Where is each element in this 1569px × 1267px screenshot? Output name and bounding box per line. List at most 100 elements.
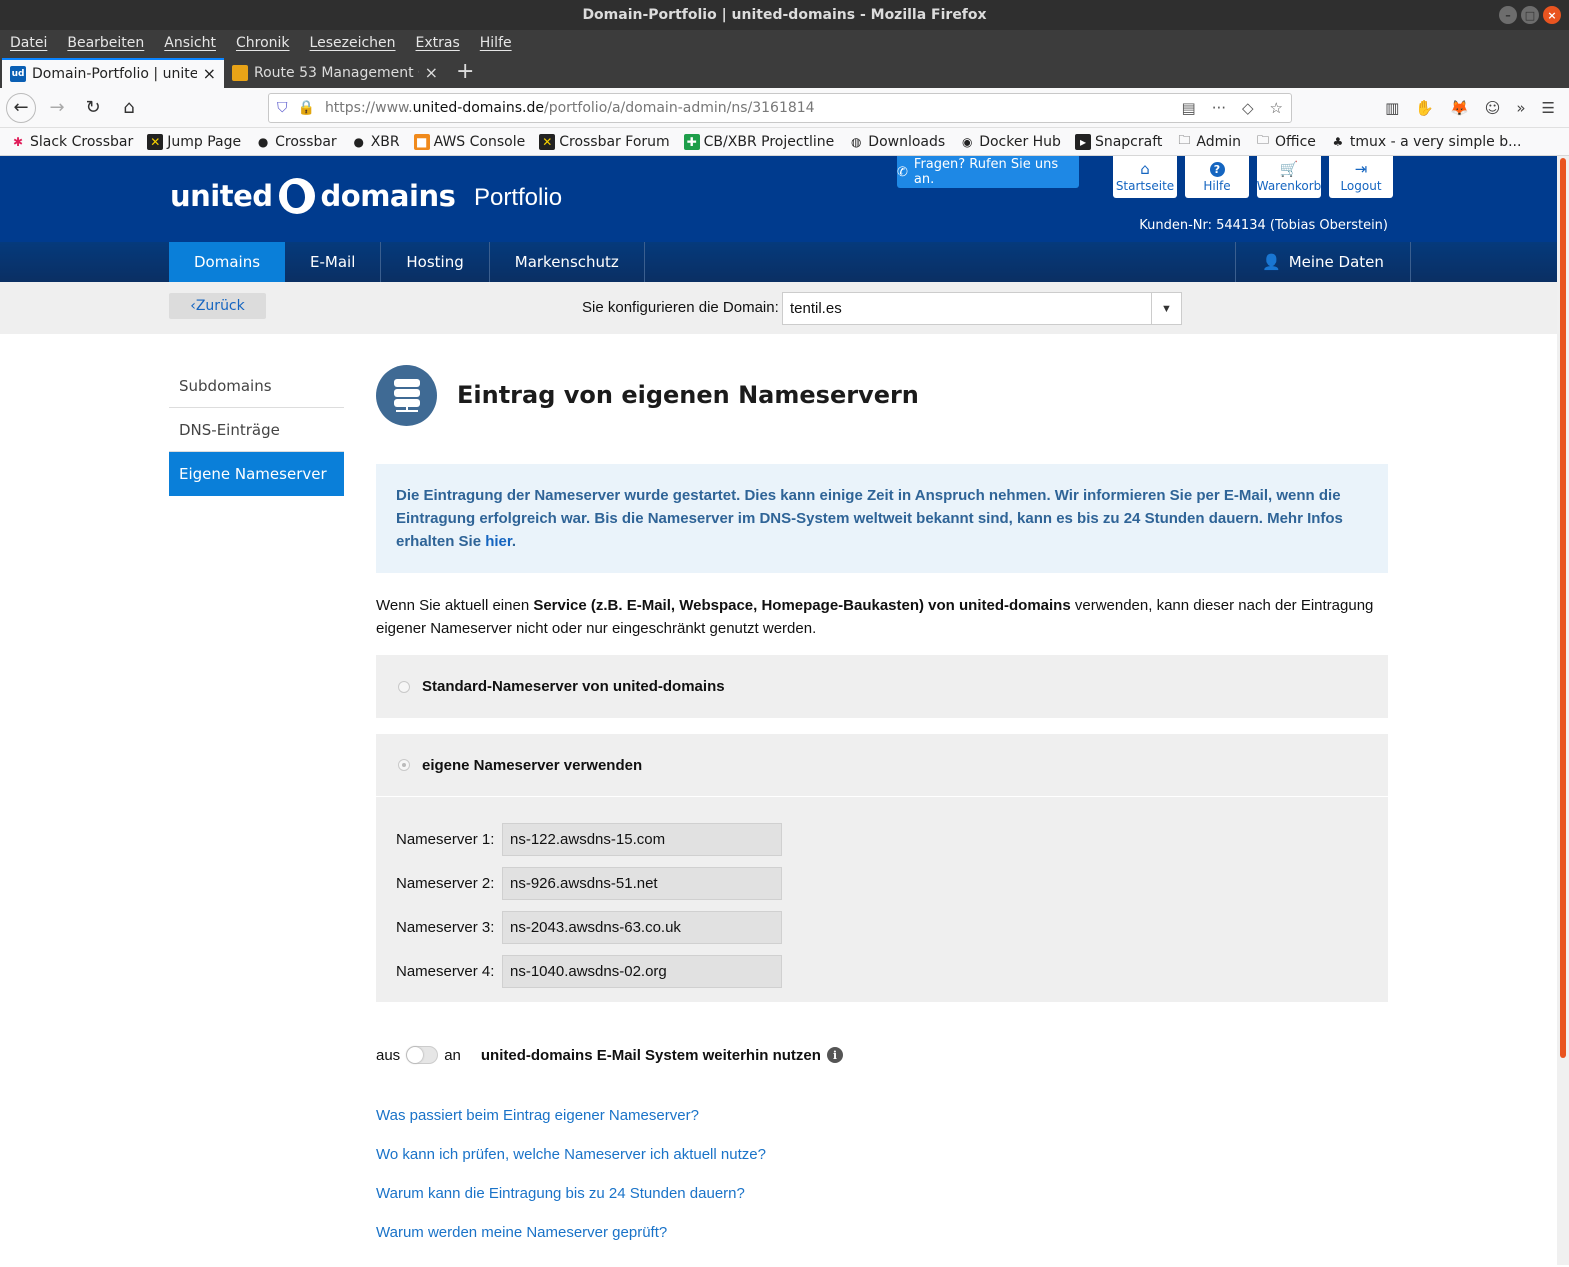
pocket-icon[interactable]: ◇ — [1242, 99, 1254, 117]
nameserver-form: Nameserver 1: ns-122.awsdns-15.com Names… — [376, 797, 1388, 1002]
home-icon[interactable]: ⌂ — [114, 93, 144, 123]
domain-select[interactable]: tentil.es ▼ — [782, 292, 1182, 325]
bookmark-office[interactable]: 🗀 Office — [1255, 133, 1316, 150]
bookmark-docker-hub[interactable]: ◉ Docker Hub — [959, 134, 1061, 150]
nameserver-4-input[interactable]: ns-1040.awsdns-02.org — [502, 954, 782, 988]
minimize-icon[interactable]: – — [1499, 6, 1517, 24]
bookmark-slack-crossbar[interactable]: ✱ Slack Crossbar — [10, 134, 133, 150]
page-scrollbar[interactable] — [1557, 156, 1569, 1265]
reader-view-icon[interactable]: ▤ — [1182, 99, 1196, 117]
menu-extras[interactable]: Extras — [416, 35, 460, 51]
lock-icon[interactable]: 🔒 — [298, 100, 315, 116]
github-icon: ● — [257, 134, 269, 149]
bookmark-jump-page[interactable]: ✕ Jump Page — [147, 133, 241, 150]
menu-hilfe[interactable]: Hilfe — [480, 35, 512, 51]
bookmark-downloads[interactable]: ◍ Downloads — [848, 134, 945, 150]
folder-icon: 🗀 — [1178, 133, 1191, 147]
bookmark-star-icon[interactable]: ☆ — [1270, 99, 1283, 117]
nav-markenschutz[interactable]: Markenschutz — [490, 242, 645, 282]
sidebar-item-dns-eintraege[interactable]: DNS-Einträge — [169, 408, 344, 452]
close-icon[interactable]: × — [1543, 6, 1561, 24]
nameserver-2-input[interactable]: ns-926.awsdns-51.net — [502, 866, 782, 900]
globe-logo-icon — [278, 178, 315, 214]
aws-icon: ■ — [413, 133, 430, 150]
united-domains-logo[interactable]: united domains — [170, 178, 456, 214]
nameserver-label: Nameserver 4: — [396, 962, 495, 980]
back-icon[interactable]: ← — [6, 92, 36, 123]
tab-route53[interactable]: Route 53 Management Console × — [224, 58, 446, 88]
info-link[interactable]: hier — [485, 533, 512, 550]
nameserver-1-input[interactable]: ns-122.awsdns-15.com — [502, 822, 782, 856]
option-standard-nameserver[interactable]: Standard-Nameserver von united-domains — [376, 655, 1388, 718]
nameserver-3-input[interactable]: ns-2043.awsdns-63.co.uk — [502, 910, 782, 944]
library-icon[interactable]: ▥ — [1385, 99, 1399, 117]
nav-domains[interactable]: Domains — [169, 242, 286, 282]
radio-standard[interactable] — [398, 680, 410, 693]
reload-icon[interactable]: ↻ — [78, 93, 108, 123]
bookmark-snapcraft[interactable]: ▸ Snapcraft — [1074, 133, 1162, 150]
maximize-icon[interactable]: □ — [1521, 6, 1539, 24]
faq-link[interactable]: Warum werden meine Nameserver geprüft? — [376, 1224, 1388, 1263]
metamask-icon[interactable]: 🦊 — [1450, 99, 1469, 117]
info-icon[interactable]: i — [826, 1047, 843, 1063]
new-tab-icon[interactable]: + — [446, 59, 484, 88]
radio-custom[interactable] — [398, 759, 410, 771]
url-text[interactable]: https://www.united-domains.de/portfolio/… — [325, 100, 1172, 116]
option-custom-nameserver[interactable]: eigene Nameserver verwenden — [376, 734, 1388, 797]
bookmark-admin[interactable]: 🗀 Admin — [1176, 133, 1241, 150]
account-icon[interactable]: ☺ — [1485, 99, 1501, 117]
back-label: Zurück — [195, 298, 245, 314]
page-actions-icon[interactable]: ··· — [1212, 99, 1226, 117]
menu-lesezeichen[interactable]: Lesezeichen — [310, 35, 396, 51]
tab-title: Route 53 Management Console — [254, 65, 419, 81]
back-button[interactable]: ‹ Zurück — [169, 293, 266, 319]
email-system-toggle[interactable] — [406, 1046, 439, 1064]
faq-link[interactable]: Was passiert beim Eintrag eigener Namese… — [376, 1107, 1388, 1146]
nav-hosting[interactable]: Hosting — [381, 242, 490, 282]
menu-datei[interactable]: Datei — [10, 35, 47, 51]
bookmark-xbr[interactable]: ● XBR — [351, 134, 399, 150]
bookmark-cb-xbr-projectline[interactable]: ✚ CB/XBR Projectline — [683, 133, 834, 150]
bookmark-crossbar[interactable]: ● Crossbar — [255, 134, 337, 150]
faq-link[interactable]: Wo kann ich prüfen, welche Nameserver ic… — [376, 1146, 1388, 1185]
menu-bearbeiten[interactable]: Bearbeiten — [67, 35, 144, 51]
chevron-down-icon[interactable]: ▼ — [1151, 293, 1181, 324]
warenkorb-button[interactable]: 🛒 Warenkorb — [1257, 156, 1321, 198]
cart-icon: 🛒 — [1279, 159, 1299, 178]
page-body: Subdomains DNS-Einträge Eigene Nameserve… — [0, 334, 1569, 1241]
nav-meine-daten[interactable]: 👤 Meine Daten — [1235, 242, 1411, 282]
logout-button[interactable]: ⇥ Logout — [1329, 156, 1393, 198]
url-bar[interactable]: ⛉ 🔒 https://www.united-domains.de/portfo… — [268, 92, 1292, 123]
tab-domain-portfolio[interactable]: ud Domain-Portfolio | united-domains × — [2, 58, 224, 88]
option-standard-label: Standard-Nameserver von united-domains — [422, 678, 725, 695]
startseite-button[interactable]: ⌂ Startseite — [1113, 156, 1177, 198]
info-text: Die Eintragung der Nameserver wurde gest… — [396, 487, 1343, 550]
hamburger-menu-icon[interactable]: ☰ — [1542, 99, 1555, 117]
window-controls: – □ × — [1499, 6, 1561, 24]
portfolio-title: Portfolio — [474, 184, 563, 211]
sidebar-item-subdomains[interactable]: Subdomains — [169, 364, 344, 408]
crossbar-icon: ✕ — [539, 133, 556, 150]
domain-label: Sie konfigurieren die Domain: — [582, 299, 779, 316]
tab-close-icon[interactable]: × — [203, 66, 216, 82]
faq-link[interactable]: Warum kann die Eintragung bis zu 24 Stun… — [376, 1185, 1388, 1224]
menu-chronik[interactable]: Chronik — [236, 35, 290, 51]
sidebar-item-eigene-nameserver[interactable]: Eigene Nameserver — [169, 452, 344, 496]
bookmark-tmux[interactable]: ♣ tmux - a very simple b... — [1330, 134, 1522, 150]
call-us-button[interactable]: ✆ Fragen? Rufen Sie uns an. — [897, 156, 1079, 188]
forward-icon[interactable]: → — [42, 93, 72, 123]
main-nav: Domains E-Mail Hosting Markenschutz 👤 Me… — [0, 242, 1569, 282]
bookmark-crossbar-forum[interactable]: ✕ Crossbar Forum — [539, 133, 670, 150]
nav-email[interactable]: E-Mail — [285, 242, 382, 282]
hilfe-button[interactable]: ? Hilfe — [1185, 156, 1249, 198]
extension-icon[interactable]: ✋ — [1415, 99, 1434, 117]
overflow-icon[interactable]: » — [1516, 99, 1525, 117]
nameserver-row: Nameserver 1: ns-122.awsdns-15.com — [396, 817, 1368, 861]
scrollbar-thumb[interactable] — [1560, 158, 1566, 1058]
page-title: Eintrag von eigenen Nameservern — [457, 381, 919, 409]
call-us-label: Fragen? Rufen Sie uns an. — [913, 157, 1059, 187]
tab-close-icon[interactable]: × — [425, 65, 438, 81]
tracking-shield-icon[interactable]: ⛉ — [277, 100, 288, 116]
bookmark-aws-console[interactable]: ■ AWS Console — [413, 133, 525, 150]
menu-ansicht[interactable]: Ansicht — [164, 35, 216, 51]
